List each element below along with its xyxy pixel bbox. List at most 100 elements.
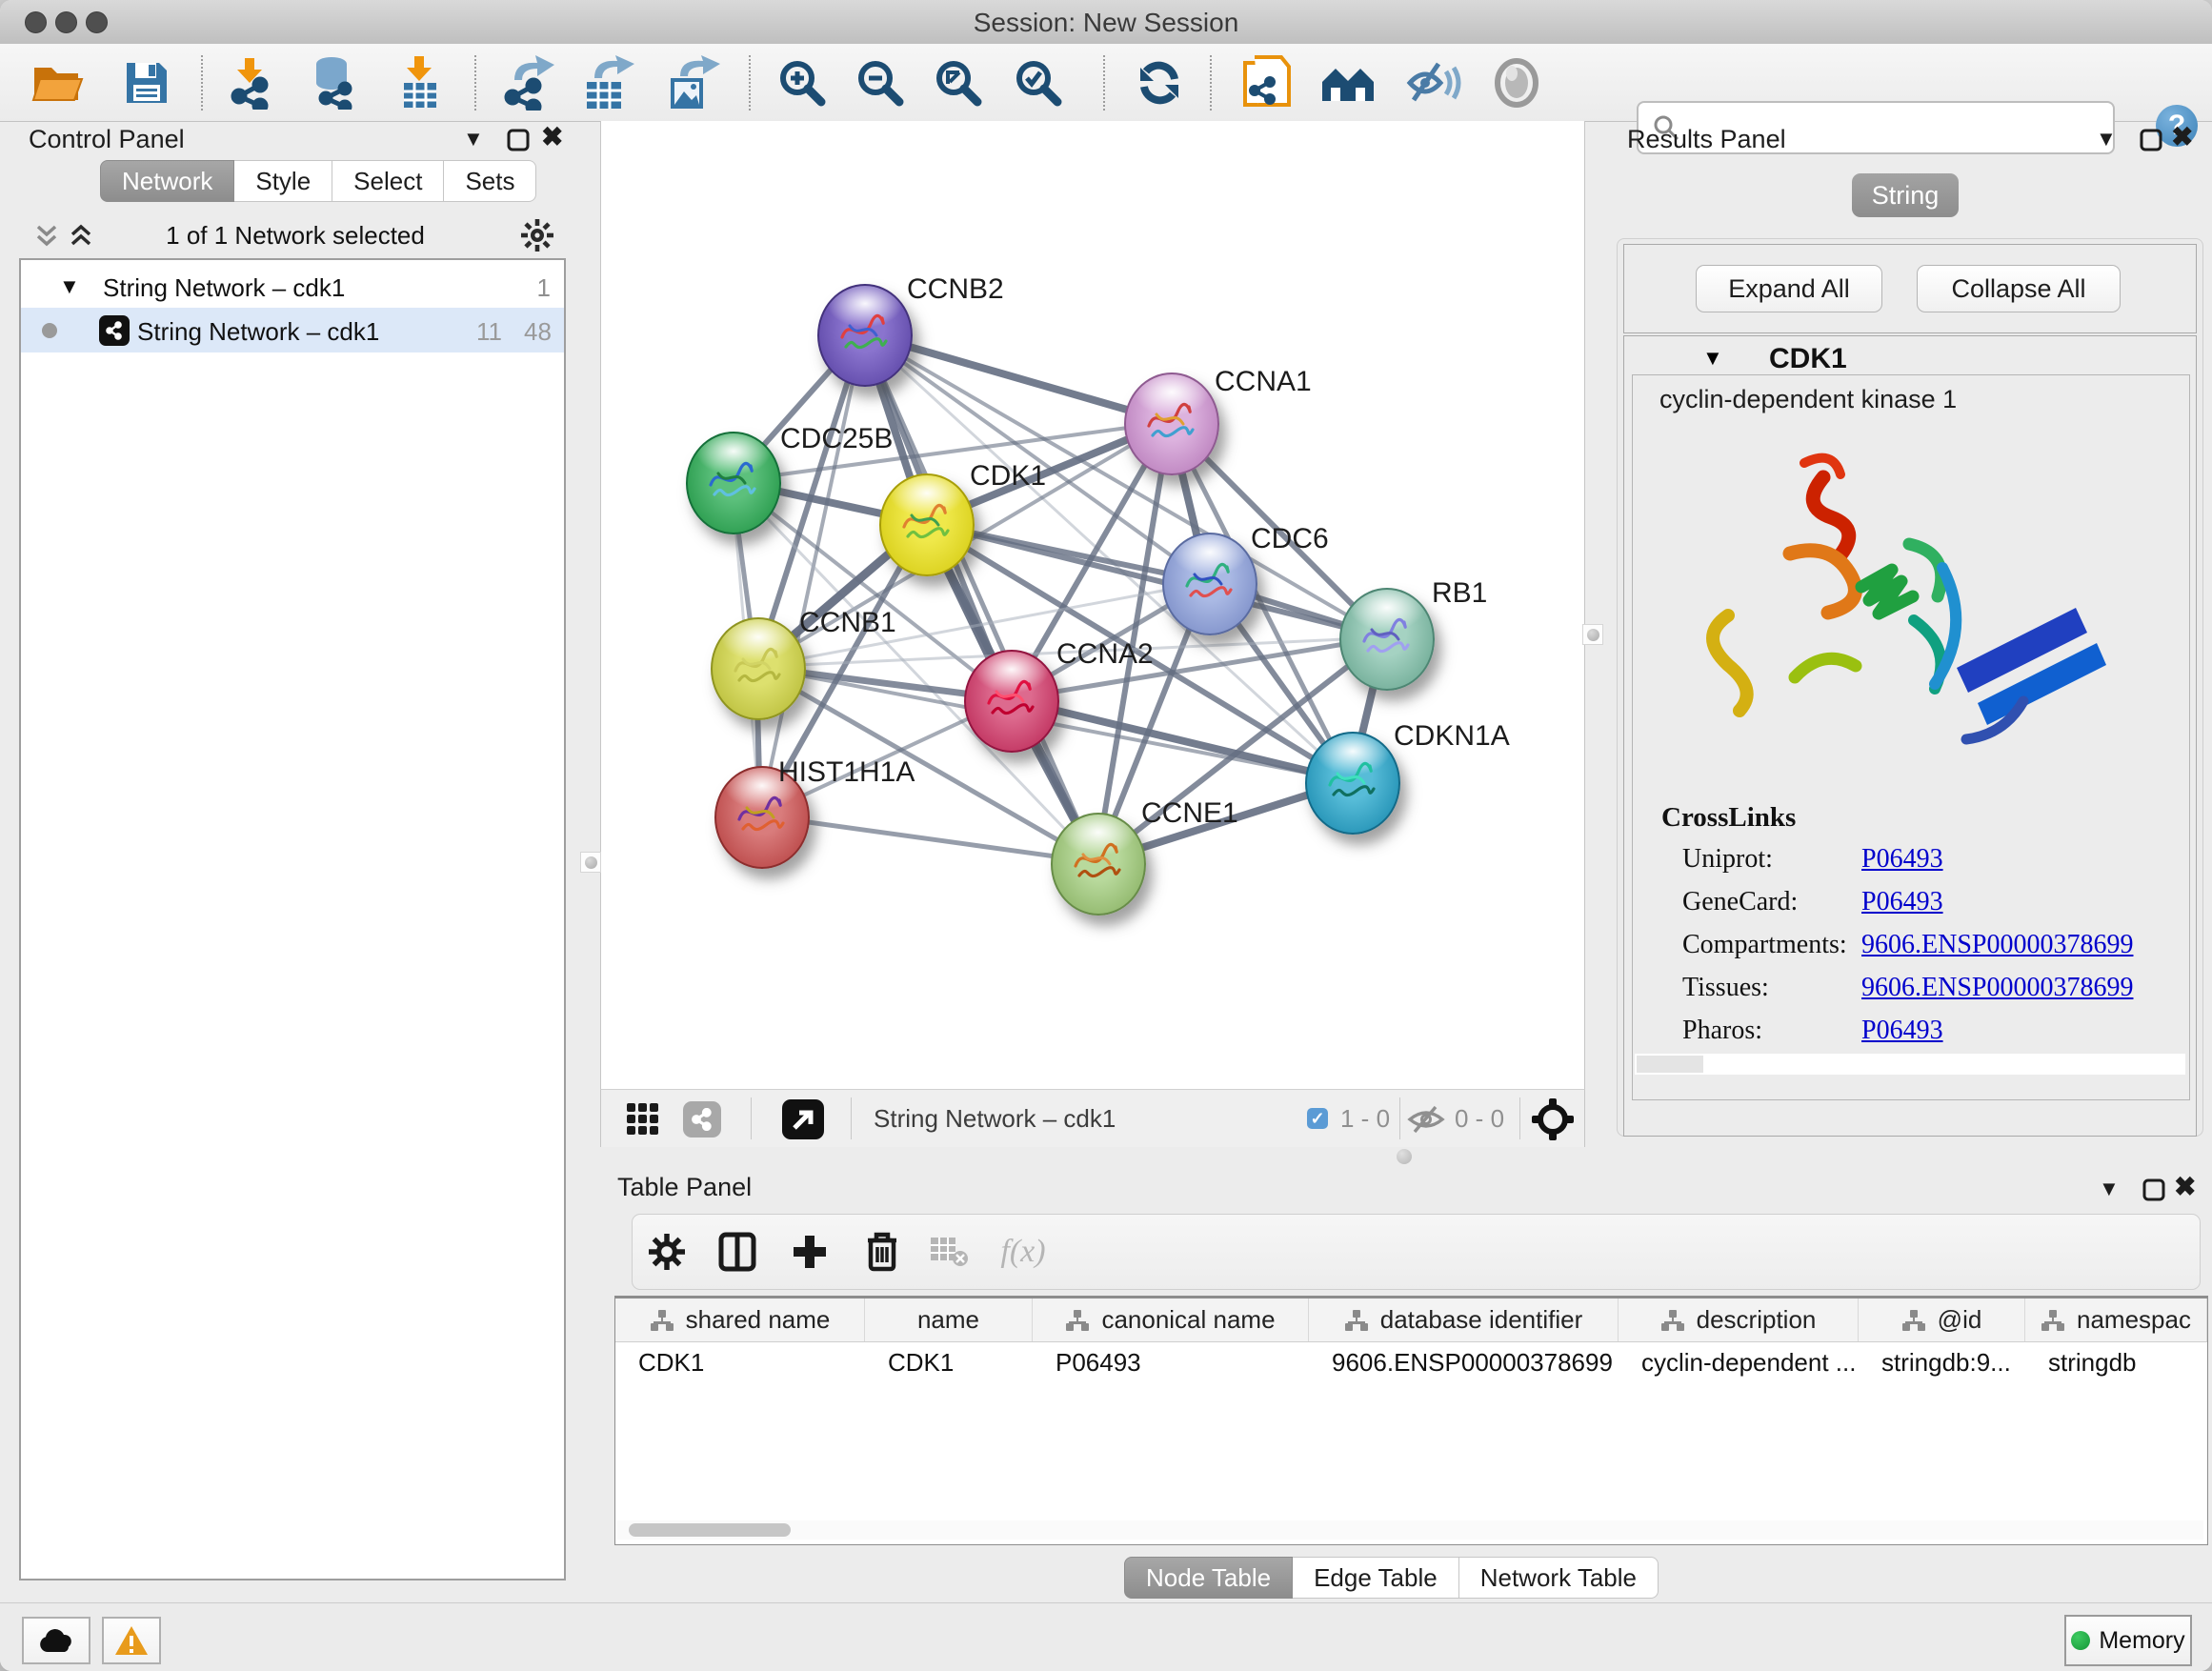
delete-column-button[interactable] bbox=[859, 1215, 905, 1289]
crosslink-link[interactable]: 9606.ENSP00000378699 bbox=[1861, 973, 2133, 1003]
crosslink-label: GeneCard: bbox=[1682, 887, 1798, 916]
export-image-button[interactable] bbox=[661, 44, 722, 121]
zoom-fit-button[interactable] bbox=[930, 44, 987, 121]
network-row-selected[interactable]: String Network – cdk1 11 48 bbox=[21, 308, 564, 352]
selected-checkbox[interactable]: ✓ bbox=[1307, 1108, 1328, 1129]
node-CCNA1[interactable] bbox=[1124, 372, 1219, 475]
import-network-button[interactable] bbox=[221, 44, 278, 121]
gear-icon[interactable] bbox=[520, 218, 554, 252]
delete-table-button[interactable] bbox=[926, 1215, 972, 1289]
table-hscrollbar-thumb[interactable] bbox=[629, 1523, 791, 1537]
tree-collapse-icon[interactable]: ▼ bbox=[59, 274, 80, 299]
tab-sets[interactable]: Sets bbox=[444, 160, 536, 202]
left-splitter-handle[interactable] bbox=[580, 852, 601, 873]
column-header-database-identifier[interactable]: database identifier bbox=[1309, 1299, 1619, 1341]
column-header-@id[interactable]: @id bbox=[1859, 1299, 2025, 1341]
cell-1[interactable]: CDK1 bbox=[865, 1341, 1033, 1384]
collapse-all-icon[interactable] bbox=[34, 223, 59, 250]
node-CDK1[interactable] bbox=[879, 473, 975, 576]
save-session-button[interactable] bbox=[120, 44, 173, 121]
share-clipboard-button[interactable] bbox=[1238, 44, 1296, 121]
cell-3[interactable]: 9606.ENSP00000378699 bbox=[1309, 1341, 1619, 1384]
tab-edge-table[interactable]: Edge Table bbox=[1293, 1557, 1459, 1599]
tab-select[interactable]: Select bbox=[332, 160, 444, 202]
results-panel-collapse-icon[interactable]: ▼ bbox=[2096, 128, 2117, 151]
crosslink-link[interactable]: P06493 bbox=[1861, 1016, 1943, 1046]
results-hscrollbar[interactable] bbox=[1635, 1054, 2185, 1075]
detach-view-button[interactable] bbox=[782, 1099, 824, 1139]
node-CCNB1[interactable] bbox=[711, 617, 806, 720]
hide-glass-button[interactable] bbox=[1404, 44, 1463, 121]
crosslink-link[interactable]: P06493 bbox=[1861, 844, 1943, 875]
zoom-in-button[interactable] bbox=[774, 44, 831, 121]
warning-button[interactable] bbox=[102, 1617, 161, 1664]
results-panel-float-icon[interactable] bbox=[2139, 128, 2163, 152]
show-columns-button[interactable] bbox=[714, 1215, 760, 1289]
crosslink-link[interactable]: P06493 bbox=[1861, 887, 1943, 917]
table-panel-float-icon[interactable] bbox=[2142, 1178, 2166, 1202]
function-builder-button[interactable]: f(x) bbox=[993, 1215, 1054, 1289]
network-view[interactable]: CCNB2CCNA1CDC25BCDK1CDC6RB1CCNB1CCNA2CDK… bbox=[600, 121, 1585, 1089]
network-collection-row[interactable]: ▼ String Network – cdk1 1 bbox=[21, 266, 564, 308]
tab-node-table[interactable]: Node Table bbox=[1124, 1557, 1293, 1599]
tab-style[interactable]: Style bbox=[234, 160, 332, 202]
right-splitter-handle[interactable] bbox=[1582, 624, 1603, 645]
add-column-button[interactable] bbox=[787, 1215, 833, 1289]
zoom-selected-button[interactable] bbox=[1010, 44, 1067, 121]
node-CCNB2[interactable] bbox=[817, 284, 913, 387]
control-panel-collapse-icon[interactable]: ▼ bbox=[463, 128, 484, 151]
column-header-description[interactable]: description bbox=[1619, 1299, 1859, 1341]
tab-network[interactable]: Network bbox=[100, 160, 234, 202]
export-table-button[interactable] bbox=[577, 44, 638, 121]
cell-6[interactable]: stringdb bbox=[2025, 1341, 2207, 1384]
node-CCNA2[interactable] bbox=[964, 650, 1059, 753]
expand-all-button[interactable]: Expand All bbox=[1696, 265, 1882, 312]
expand-all-icon[interactable] bbox=[69, 223, 93, 250]
table-panel-collapse-icon[interactable]: ▼ bbox=[2099, 1178, 2120, 1200]
refresh-button[interactable] bbox=[1132, 44, 1187, 121]
cell-2[interactable]: P06493 bbox=[1033, 1341, 1309, 1384]
birdseye-button[interactable] bbox=[626, 1102, 660, 1141]
cell-0[interactable]: CDK1 bbox=[615, 1341, 865, 1384]
export-network-button[interactable] bbox=[499, 44, 560, 121]
cell-5[interactable]: stringdb:9... bbox=[1859, 1341, 2025, 1384]
tab-network-table[interactable]: Network Table bbox=[1459, 1557, 1659, 1599]
control-panel-float-icon[interactable] bbox=[506, 128, 531, 152]
node-RB1[interactable] bbox=[1339, 588, 1435, 691]
string-style-button[interactable] bbox=[683, 1101, 721, 1137]
node-CDC25B[interactable] bbox=[686, 432, 781, 534]
results-panel-close-icon[interactable]: ✖ bbox=[2171, 126, 2193, 149]
edge-HIST1H1A-CCNE1[interactable] bbox=[760, 815, 1096, 862]
table-settings-button[interactable] bbox=[644, 1215, 690, 1289]
table-hscrollbar[interactable] bbox=[617, 1520, 2203, 1540]
separator bbox=[851, 1097, 852, 1139]
table-panel-close-icon[interactable]: ✖ bbox=[2174, 1176, 2196, 1198]
import-table-button[interactable] bbox=[391, 44, 448, 121]
hidden-eye-icon[interactable] bbox=[1407, 1105, 1445, 1134]
cloud-button[interactable] bbox=[22, 1617, 90, 1664]
table-row[interactable]: CDK1CDK1P064939606.ENSP00000378699cyclin… bbox=[615, 1341, 2207, 1384]
node-CDC6[interactable] bbox=[1162, 533, 1257, 635]
control-panel-close-icon[interactable]: ✖ bbox=[541, 126, 563, 149]
cell-4[interactable]: cyclin-dependent ... bbox=[1619, 1341, 1859, 1384]
collapse-all-button[interactable]: Collapse All bbox=[1917, 265, 2121, 312]
node-label-CDC25B: CDC25B bbox=[780, 423, 893, 455]
column-header-shared-name[interactable]: shared name bbox=[615, 1299, 865, 1341]
crosslink-link[interactable]: 9606.ENSP00000378699 bbox=[1861, 930, 2133, 960]
node-table[interactable]: shared namenamecanonical namedatabase id… bbox=[614, 1296, 2208, 1545]
column-header-canonical-name[interactable]: canonical name bbox=[1033, 1299, 1309, 1341]
import-network-from-database-button[interactable] bbox=[303, 44, 362, 121]
column-header-namespac[interactable]: namespac bbox=[2025, 1299, 2207, 1341]
memory-button[interactable]: Memory bbox=[2064, 1615, 2192, 1666]
gray-orb-button[interactable] bbox=[1490, 44, 1543, 121]
zoom-out-button[interactable] bbox=[852, 44, 909, 121]
string-home-button[interactable] bbox=[1318, 44, 1377, 121]
gene-collapse-icon[interactable]: ▼ bbox=[1702, 346, 1723, 371]
node-CDKN1A[interactable] bbox=[1305, 732, 1400, 835]
column-header-name[interactable]: name bbox=[865, 1299, 1033, 1341]
node-CCNE1[interactable] bbox=[1051, 813, 1146, 916]
crosshair-icon[interactable] bbox=[1531, 1097, 1575, 1141]
open-session-button[interactable] bbox=[29, 44, 88, 121]
horizontal-splitter-handle[interactable] bbox=[1397, 1149, 1412, 1164]
tab-string[interactable]: String bbox=[1852, 173, 1959, 217]
